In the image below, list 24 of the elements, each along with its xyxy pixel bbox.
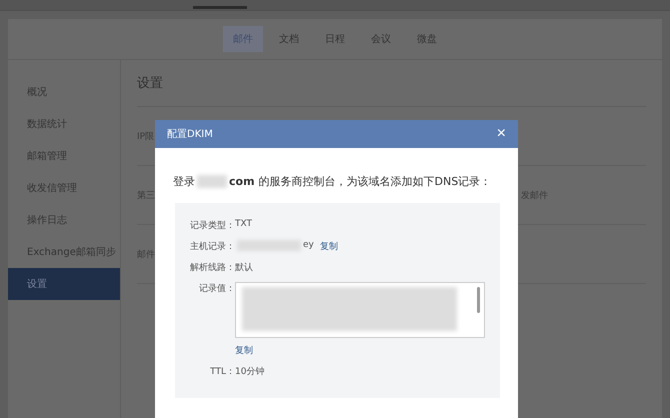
field-label: 记录值： [198, 282, 235, 295]
dialog-title: 配置DKIM [167, 128, 213, 141]
field-label: TTL： [209, 366, 235, 378]
blurred-text [197, 175, 227, 188]
nav-tab[interactable]: 会议 [361, 26, 401, 52]
field-value: TXT [235, 219, 252, 229]
record-value-textarea[interactable] [235, 282, 485, 338]
field-value: ey [303, 240, 314, 250]
intro-text: 的服务商控制台，为该域名添加如下DNS记录： [258, 174, 492, 189]
field-label: 解析线路： [189, 262, 235, 274]
nav-tab[interactable]: 文档 [269, 26, 309, 52]
close-button[interactable]: × [496, 126, 506, 142]
field-label: 主机记录： [189, 240, 235, 253]
field-value: 10分钟 [235, 366, 264, 378]
blurred-text [237, 240, 301, 251]
page-title: 设置 [137, 74, 646, 107]
intro-text: 登录 [173, 174, 195, 189]
domain-text: com [229, 175, 255, 188]
active-indicator [193, 6, 247, 9]
copy-link[interactable]: 复制 [235, 344, 485, 357]
copy-link[interactable]: 复制 [320, 240, 338, 253]
field-label: 记录类型： [189, 220, 235, 232]
field-value: 默认 [235, 262, 253, 274]
sidebar-item[interactable]: 设置 [8, 268, 120, 300]
